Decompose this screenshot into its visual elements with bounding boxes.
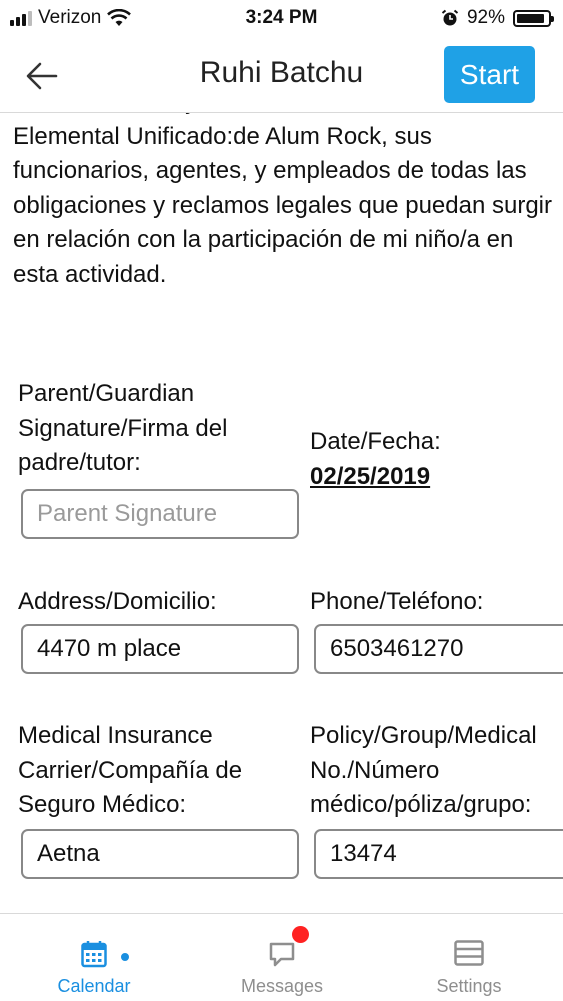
- parent-signature-field[interactable]: Parent Signature: [21, 489, 299, 539]
- status-right: 92%: [441, 7, 554, 29]
- messages-badge: [292, 926, 309, 943]
- start-button[interactable]: Start: [444, 46, 535, 103]
- settings-list-icon: [454, 940, 484, 966]
- signature-label: Parent/Guardian Signature/Firma del padr…: [18, 380, 228, 476]
- tab-calendar-label: Calendar: [57, 976, 131, 996]
- calendar-icon: [81, 941, 107, 968]
- status-bar: Verizon 3:24 PM 92%: [0, 0, 563, 38]
- tab-messages[interactable]: Messages: [188, 914, 376, 1001]
- nav-header: Ruhi Batchu Start: [0, 38, 563, 113]
- tab-settings-label: Settings: [436, 976, 502, 996]
- tab-bar: Calendar Messages Settings: [0, 913, 563, 1001]
- address-label: Address/Domicilio:: [18, 588, 217, 615]
- policy-field[interactable]: 13474: [314, 829, 563, 879]
- address-field[interactable]: 4470 m place: [21, 624, 299, 674]
- calendar-indicator-dot: [121, 953, 129, 961]
- phone-label: Phone/Teléfono:: [310, 588, 484, 615]
- tab-calendar[interactable]: Calendar: [0, 914, 188, 1001]
- alarm-icon: [441, 9, 459, 26]
- date-label: Date/Fecha:: [310, 428, 441, 455]
- policy-label: Policy/Group/Medical No./Número médico/p…: [310, 722, 537, 818]
- waiver-paragraph: Sección 35330, yo libero al Distrito Esc…: [13, 113, 552, 288]
- battery-percent: 92%: [466, 7, 505, 28]
- phone-field[interactable]: 6503461270: [314, 624, 563, 674]
- message-icon: [269, 942, 295, 967]
- insurance-field[interactable]: Aetna: [21, 829, 299, 879]
- insurance-label: Medical Insurance Carrier/Compañía de Se…: [18, 722, 243, 818]
- form-content[interactable]: Sección 35330, yo libero al Distrito Esc…: [0, 113, 563, 913]
- battery-icon: [513, 9, 554, 27]
- date-value: 02/25/2019: [310, 463, 431, 490]
- tab-settings[interactable]: Settings: [375, 914, 563, 1001]
- tab-messages-label: Messages: [240, 976, 324, 996]
